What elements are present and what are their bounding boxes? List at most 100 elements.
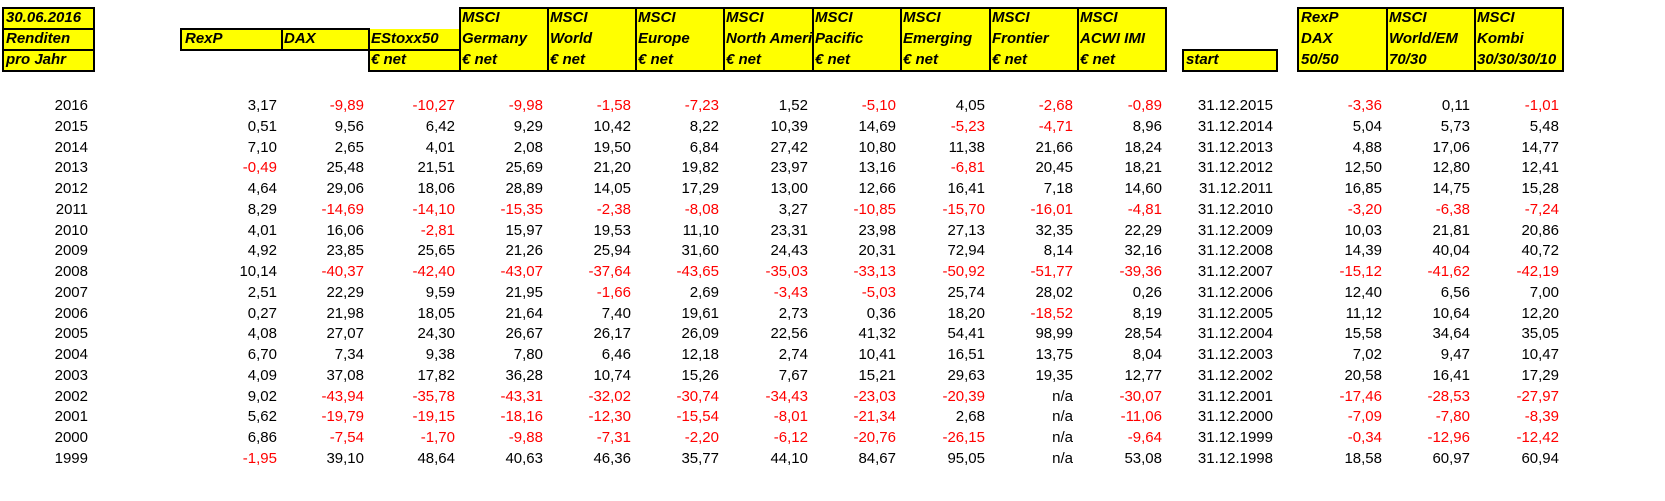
- combo-value-cell[interactable]: 10,03: [1298, 220, 1386, 242]
- combo-value-cell[interactable]: -41,62: [1386, 261, 1474, 283]
- value-cell[interactable]: -43,65: [635, 261, 723, 283]
- value-cell[interactable]: 8,14: [989, 240, 1077, 262]
- year-cell[interactable]: 2002: [0, 386, 94, 408]
- value-cell[interactable]: 31,60: [635, 240, 723, 262]
- header-cell-msci_europe-0[interactable]: MSCI: [635, 8, 723, 29]
- value-cell[interactable]: -9,98: [459, 95, 547, 117]
- value-cell[interactable]: -1,95: [182, 448, 281, 470]
- value-cell[interactable]: 0,27: [182, 303, 281, 325]
- value-cell[interactable]: 21,64: [459, 303, 547, 325]
- combo-value-cell[interactable]: 5,04: [1298, 116, 1386, 138]
- value-cell[interactable]: 21,66: [989, 137, 1077, 159]
- value-cell[interactable]: -5,10: [812, 95, 900, 117]
- value-cell[interactable]: 28,02: [989, 282, 1077, 304]
- combo-value-cell[interactable]: 40,04: [1386, 240, 1474, 262]
- year-cell[interactable]: 2006: [0, 303, 94, 325]
- combo-value-cell[interactable]: -12,42: [1474, 427, 1563, 449]
- value-cell[interactable]: -7,54: [281, 427, 368, 449]
- combo-value-cell[interactable]: -3,20: [1298, 199, 1386, 221]
- value-cell[interactable]: 32,16: [1077, 240, 1166, 262]
- value-cell[interactable]: 35,77: [635, 448, 723, 470]
- value-cell[interactable]: 29,06: [281, 178, 368, 200]
- value-cell[interactable]: 41,32: [812, 323, 900, 345]
- start-date-cell[interactable]: 31.12.2009: [1183, 220, 1277, 242]
- value-cell[interactable]: -1,58: [547, 95, 635, 117]
- value-cell[interactable]: 4,08: [182, 323, 281, 345]
- value-cell[interactable]: -15,35: [459, 199, 547, 221]
- combo-value-cell[interactable]: -7,80: [1386, 406, 1474, 428]
- combo-value-cell[interactable]: -42,19: [1474, 261, 1563, 283]
- value-cell[interactable]: -5,03: [812, 282, 900, 304]
- year-cell[interactable]: 2009: [0, 240, 94, 262]
- value-cell[interactable]: 23,31: [723, 220, 812, 242]
- year-cell[interactable]: 2012: [0, 178, 94, 200]
- combo-value-cell[interactable]: 11,12: [1298, 303, 1386, 325]
- value-cell[interactable]: 2,68: [900, 406, 989, 428]
- date-cell[interactable]: 30.06.2016: [3, 8, 93, 29]
- combo-value-cell[interactable]: 14,75: [1386, 178, 1474, 200]
- header-cell-rexp_dax-2[interactable]: 50/50: [1298, 50, 1386, 71]
- value-cell[interactable]: 7,18: [989, 178, 1077, 200]
- value-cell[interactable]: -35,03: [723, 261, 812, 283]
- value-cell[interactable]: -16,01: [989, 199, 1077, 221]
- value-cell[interactable]: 18,21: [1077, 157, 1166, 179]
- value-cell[interactable]: -10,85: [812, 199, 900, 221]
- value-cell[interactable]: -40,37: [281, 261, 368, 283]
- value-cell[interactable]: 7,34: [281, 344, 368, 366]
- value-cell[interactable]: 11,10: [635, 220, 723, 242]
- combo-value-cell[interactable]: -15,12: [1298, 261, 1386, 283]
- header-cell-msci_world_em-0[interactable]: MSCI: [1386, 8, 1474, 29]
- value-cell[interactable]: -34,43: [723, 386, 812, 408]
- per-year-label-cell[interactable]: pro Jahr: [3, 50, 93, 71]
- value-cell[interactable]: 54,41: [900, 323, 989, 345]
- value-cell[interactable]: -14,69: [281, 199, 368, 221]
- value-cell[interactable]: 1,52: [723, 95, 812, 117]
- header-cell-msci_germany-2[interactable]: € net: [459, 50, 547, 71]
- header-cell-msci_frontier-0[interactable]: MSCI: [989, 8, 1077, 29]
- returns-label-cell[interactable]: Renditen: [3, 29, 93, 50]
- value-cell[interactable]: 19,50: [547, 137, 635, 159]
- year-cell[interactable]: 2004: [0, 344, 94, 366]
- value-cell[interactable]: n/a: [989, 448, 1077, 470]
- value-cell[interactable]: 11,38: [900, 137, 989, 159]
- value-cell[interactable]: -8,08: [635, 199, 723, 221]
- value-cell[interactable]: 21,20: [547, 157, 635, 179]
- combo-value-cell[interactable]: 14,39: [1298, 240, 1386, 262]
- value-cell[interactable]: -23,03: [812, 386, 900, 408]
- value-cell[interactable]: -20,76: [812, 427, 900, 449]
- value-cell[interactable]: 10,74: [547, 365, 635, 387]
- combo-value-cell[interactable]: -0,34: [1298, 427, 1386, 449]
- value-cell[interactable]: 0,26: [1077, 282, 1166, 304]
- start-date-cell[interactable]: 31.12.2006: [1183, 282, 1277, 304]
- value-cell[interactable]: 3,27: [723, 199, 812, 221]
- start-date-cell[interactable]: 31.12.2014: [1183, 116, 1277, 138]
- combo-value-cell[interactable]: 12,80: [1386, 157, 1474, 179]
- value-cell[interactable]: 21,26: [459, 240, 547, 262]
- value-cell[interactable]: 2,51: [182, 282, 281, 304]
- value-cell[interactable]: 15,26: [635, 365, 723, 387]
- value-cell[interactable]: -37,64: [547, 261, 635, 283]
- value-cell[interactable]: 16,51: [900, 344, 989, 366]
- start-date-cell[interactable]: 31.12.2007: [1183, 261, 1277, 283]
- value-cell[interactable]: -30,74: [635, 386, 723, 408]
- value-cell[interactable]: 10,42: [547, 116, 635, 138]
- value-cell[interactable]: 12,77: [1077, 365, 1166, 387]
- value-cell[interactable]: 9,59: [368, 282, 459, 304]
- value-cell[interactable]: 9,56: [281, 116, 368, 138]
- value-cell[interactable]: 14,69: [812, 116, 900, 138]
- combo-value-cell[interactable]: -28,53: [1386, 386, 1474, 408]
- combo-value-cell[interactable]: 60,94: [1474, 448, 1563, 470]
- value-cell[interactable]: 8,04: [1077, 344, 1166, 366]
- year-cell[interactable]: 2010: [0, 220, 94, 242]
- combo-value-cell[interactable]: -3,36: [1298, 95, 1386, 117]
- value-cell[interactable]: 32,35: [989, 220, 1077, 242]
- value-cell[interactable]: 2,65: [281, 137, 368, 159]
- value-cell[interactable]: 22,29: [1077, 220, 1166, 242]
- value-cell[interactable]: 53,08: [1077, 448, 1166, 470]
- value-cell[interactable]: -11,06: [1077, 406, 1166, 428]
- header-cell-msci_emerging-2[interactable]: € net: [900, 50, 989, 71]
- value-cell[interactable]: 17,82: [368, 365, 459, 387]
- value-cell[interactable]: 25,65: [368, 240, 459, 262]
- value-cell[interactable]: 6,46: [547, 344, 635, 366]
- value-cell[interactable]: 17,29: [635, 178, 723, 200]
